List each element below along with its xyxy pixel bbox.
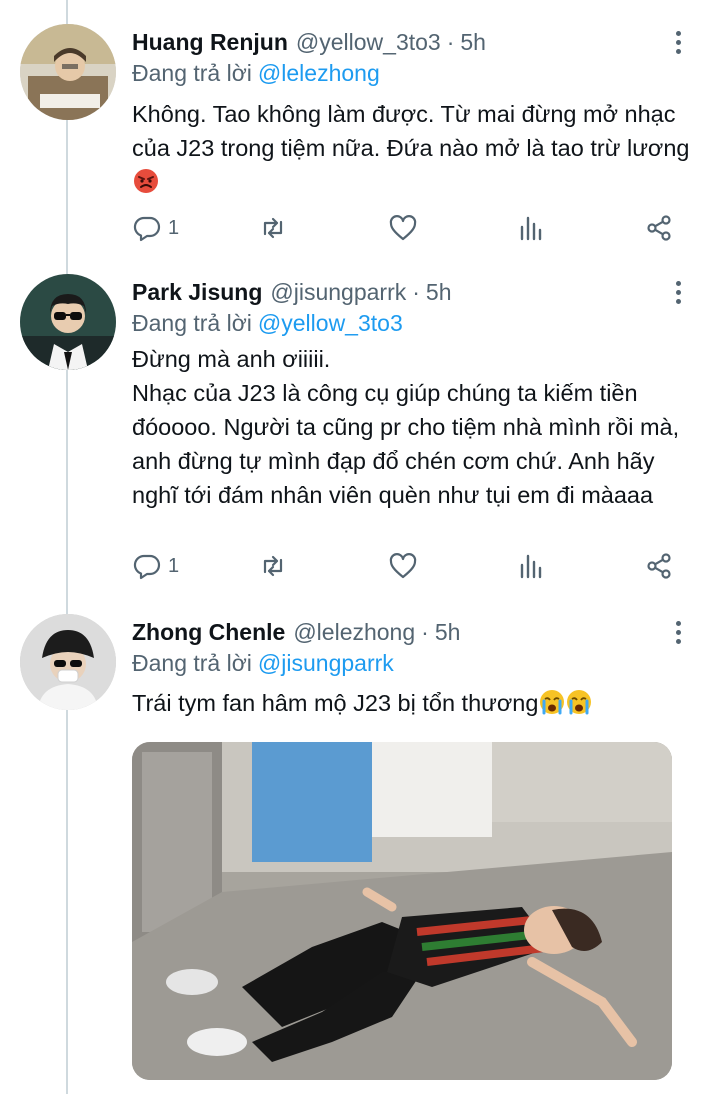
reply-icon xyxy=(133,216,161,242)
more-vertical-icon xyxy=(675,280,681,286)
display-name[interactable]: Zhong Chenle xyxy=(132,619,285,646)
share-icon xyxy=(647,215,671,241)
tweet[interactable]: Huang Renjun @yellow_3to3 · 5h Đang trả … xyxy=(0,0,720,262)
tweet-header: Huang Renjun @yellow_3to3 · 5h xyxy=(132,25,486,59)
avatar-photo xyxy=(20,614,116,710)
retweet-icon xyxy=(263,555,283,577)
bar-chart-icon xyxy=(520,216,542,241)
reply-count: 1 xyxy=(168,554,180,577)
tweet-header: Zhong Chenle @lelezhong · 5h xyxy=(132,615,460,649)
reply-button[interactable]: 1 xyxy=(132,212,179,244)
tweet-text: Trái tym fan hâm mộ J23 bị tổn thương xyxy=(132,686,702,720)
tweet-media-photo[interactable] xyxy=(132,742,672,1080)
more-options-button[interactable] xyxy=(666,276,690,308)
replying-mention[interactable]: @jisungparrk xyxy=(258,650,394,676)
share-button[interactable] xyxy=(644,212,674,244)
replying-to: Đang trả lời @lelezhong xyxy=(132,60,380,87)
tweet-text-content: Trái tym fan hâm mộ J23 bị tổn thương xyxy=(132,690,539,716)
crying-face-icon xyxy=(567,690,592,715)
action-bar: 1 xyxy=(132,550,692,582)
separator-dot: · xyxy=(446,28,455,55)
stats-button[interactable] xyxy=(516,550,546,582)
avatar[interactable] xyxy=(20,274,116,370)
retweet-icon xyxy=(263,217,283,239)
timestamp[interactable]: 5h xyxy=(460,29,486,56)
more-vertical-icon xyxy=(675,620,681,626)
tweet[interactable]: Zhong Chenle @lelezhong · 5h Đang trả lờ… xyxy=(0,602,720,1094)
replying-mention[interactable]: @lelezhong xyxy=(258,60,380,86)
stats-button[interactable] xyxy=(516,212,546,244)
more-options-button[interactable] xyxy=(666,616,690,648)
angry-face-icon xyxy=(134,169,158,193)
reply-icon xyxy=(133,554,161,580)
retweet-button[interactable] xyxy=(258,550,288,582)
separator-dot: · xyxy=(412,278,420,305)
tweet-text-content: Đừng mà anh ơiiiii. Nhạc của J23 là công… xyxy=(132,346,680,508)
replying-label: Đang trả lời xyxy=(132,310,252,336)
bar-chart-icon xyxy=(520,554,542,579)
separator-dot: · xyxy=(421,618,429,645)
replying-mention[interactable]: @yellow_3to3 xyxy=(258,310,403,336)
action-bar: 1 xyxy=(132,212,692,244)
avatar-photo xyxy=(20,274,116,370)
reply-count: 1 xyxy=(168,216,180,239)
avatar[interactable] xyxy=(20,24,116,120)
tweet-text-content: Không. Tao không làm được. Từ mai đừng m… xyxy=(132,101,690,161)
like-button[interactable] xyxy=(388,212,418,244)
photo-person-lying-on-floor xyxy=(132,742,672,1080)
display-name[interactable]: Huang Renjun xyxy=(132,29,288,56)
replying-to: Đang trả lời @jisungparrk xyxy=(132,650,394,677)
display-name[interactable]: Park Jisung xyxy=(132,279,262,306)
user-handle[interactable]: @lelezhong xyxy=(293,619,415,646)
reply-button[interactable]: 1 xyxy=(132,550,179,582)
share-button[interactable] xyxy=(644,550,674,582)
timestamp[interactable]: 5h xyxy=(435,619,461,646)
like-button[interactable] xyxy=(388,550,418,582)
replying-label: Đang trả lời xyxy=(132,60,252,86)
avatar-photo xyxy=(20,24,116,120)
timestamp[interactable]: 5h xyxy=(426,279,452,306)
tweet-text: Đừng mà anh ơiiiii. Nhạc của J23 là công… xyxy=(132,342,702,512)
user-handle[interactable]: @jisungparrk xyxy=(270,279,406,306)
more-options-button[interactable] xyxy=(666,26,690,58)
share-icon xyxy=(647,553,671,579)
replying-to: Đang trả lời @yellow_3to3 xyxy=(132,310,403,337)
heart-icon xyxy=(389,215,417,241)
more-vertical-icon xyxy=(675,30,681,36)
tweet-text: Không. Tao không làm được. Từ mai đừng m… xyxy=(132,97,702,199)
heart-icon xyxy=(389,553,417,579)
tweet-header: Park Jisung @jisungparrk · 5h xyxy=(132,275,452,309)
replying-label: Đang trả lời xyxy=(132,650,252,676)
avatar[interactable] xyxy=(20,614,116,710)
crying-face-icon xyxy=(540,690,565,715)
tweet[interactable]: Park Jisung @jisungparrk · 5h Đang trả l… xyxy=(0,262,720,602)
retweet-button[interactable] xyxy=(258,212,288,244)
user-handle[interactable]: @yellow_3to3 xyxy=(296,29,441,56)
